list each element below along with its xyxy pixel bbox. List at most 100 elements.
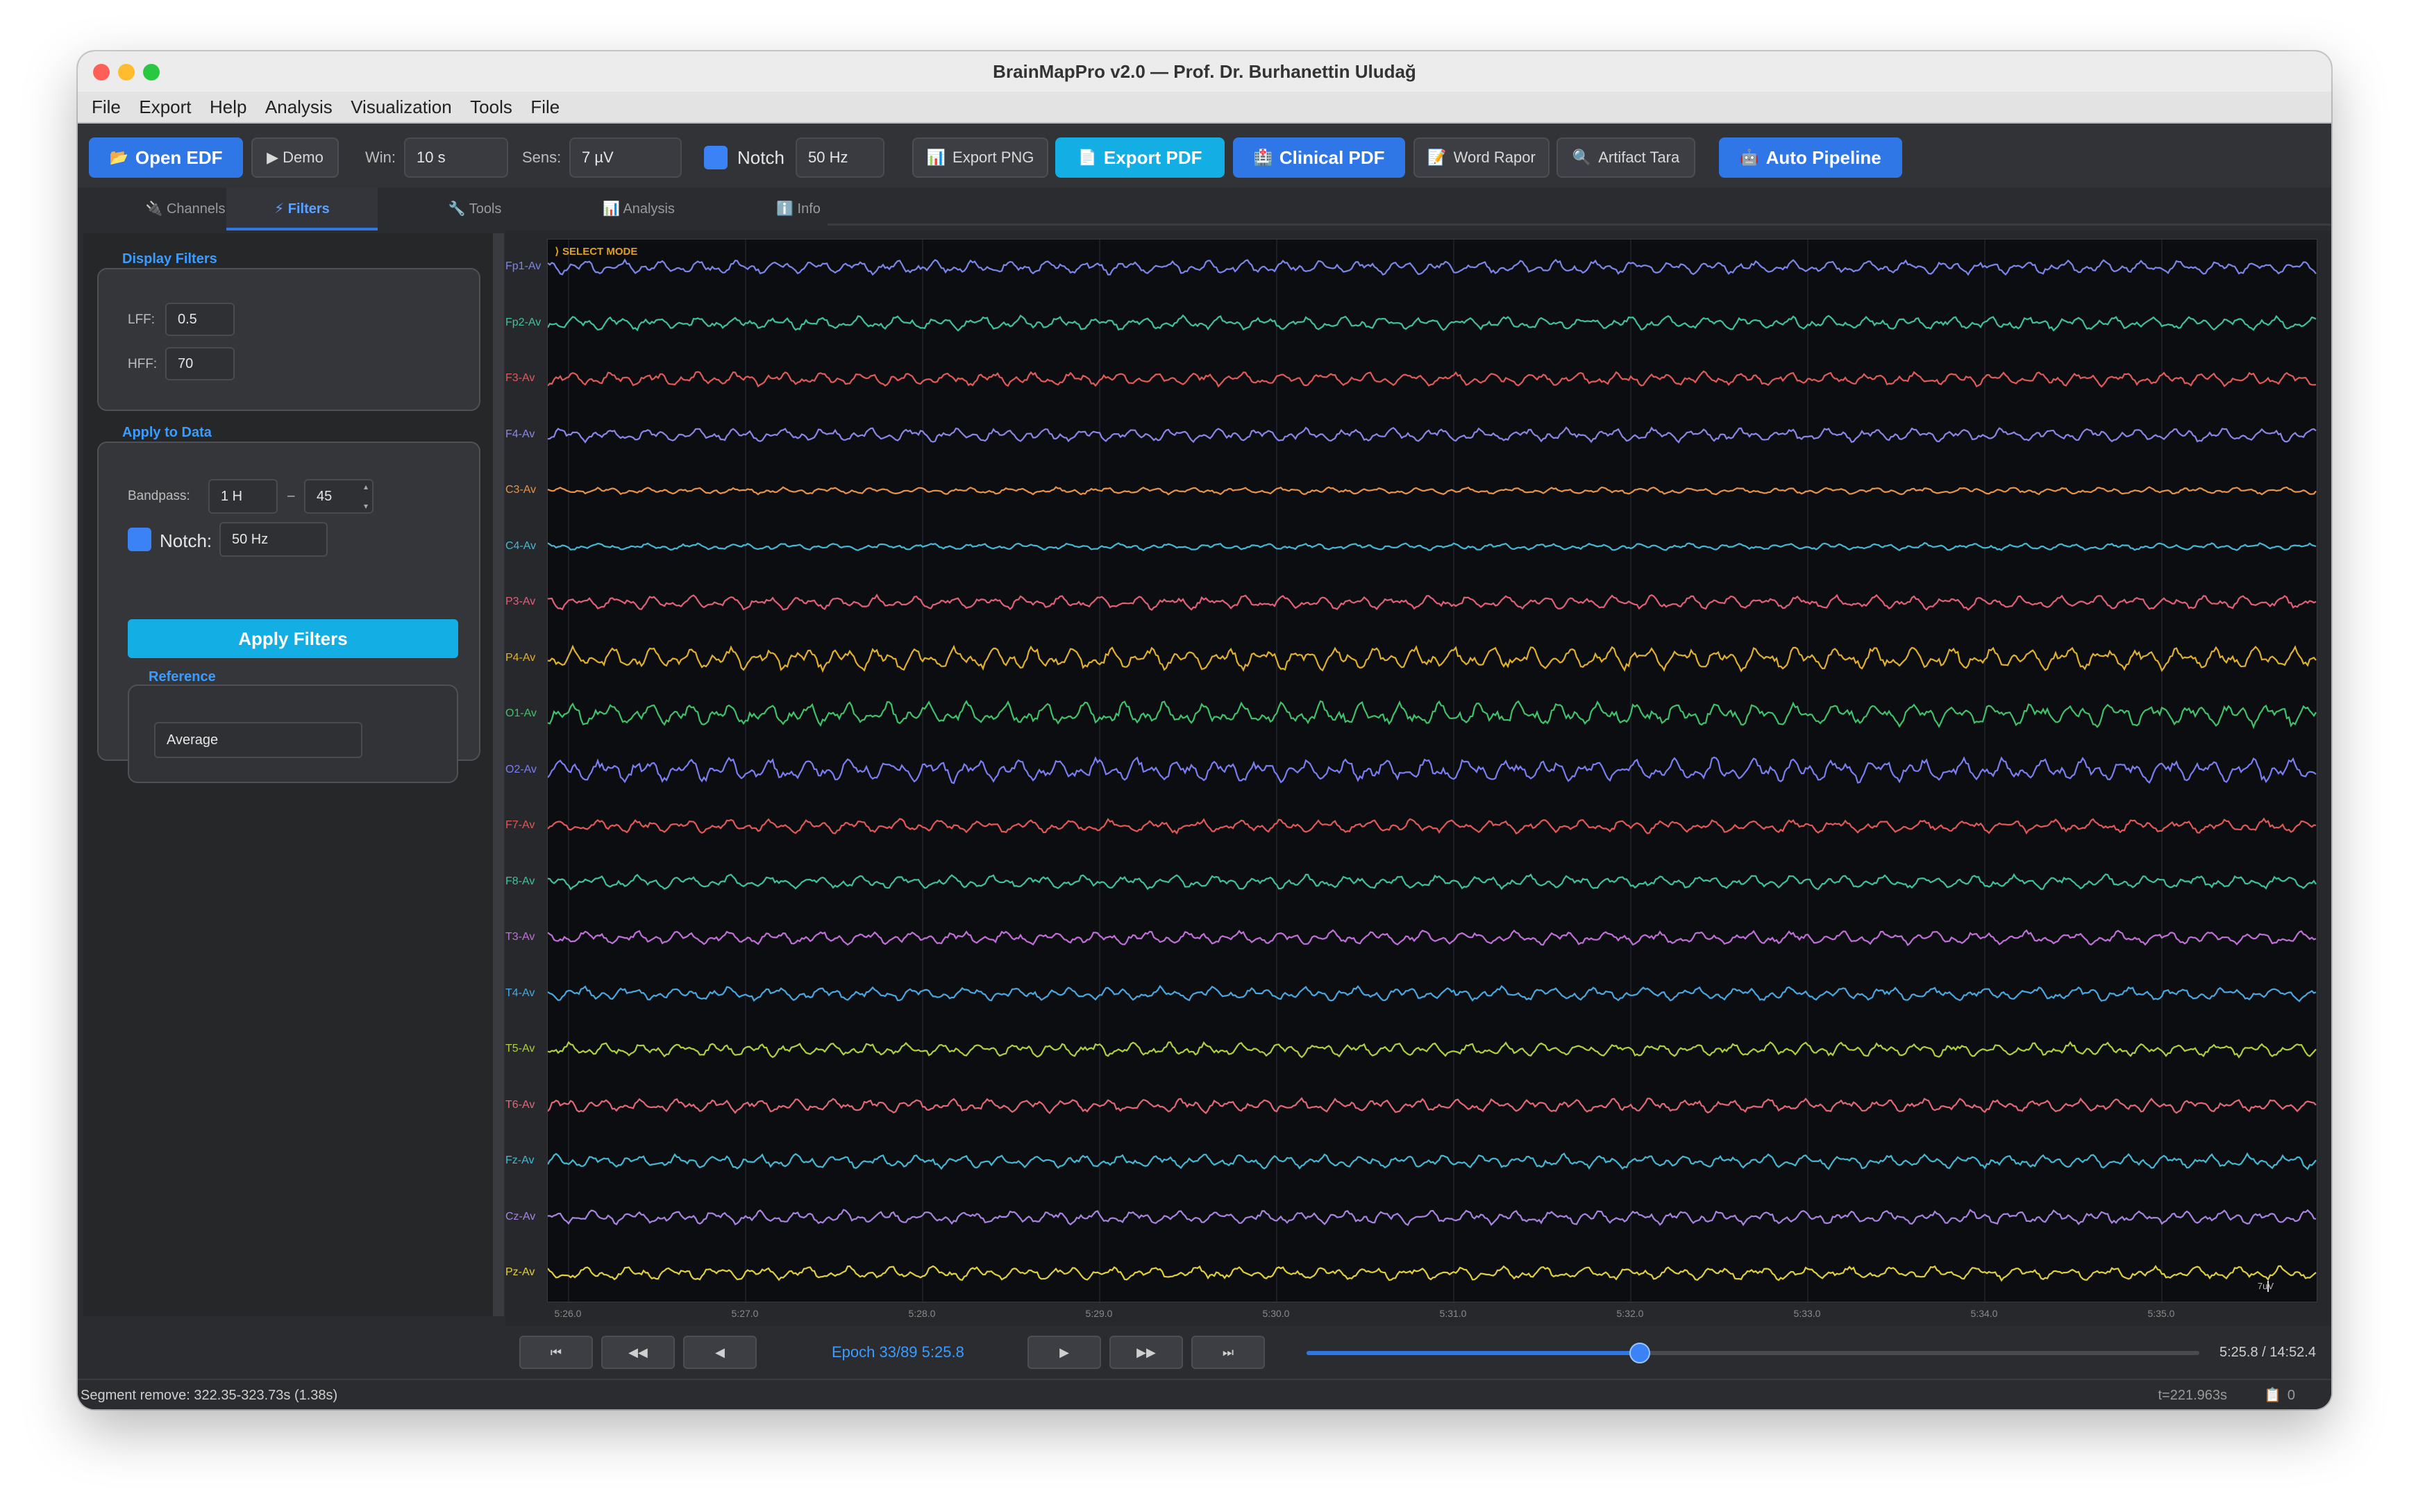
bandpass-low-input[interactable]: 1 H <box>208 479 278 514</box>
menu-export[interactable]: Export <box>139 92 191 122</box>
spin-down-icon[interactable]: ▾ <box>364 501 368 511</box>
word-rapor-button[interactable]: 📝 Word Rapor <box>1413 137 1550 178</box>
menu-help[interactable]: Help <box>210 92 246 122</box>
demo-button[interactable]: ▶ Demo <box>251 137 339 178</box>
open-edf-label: Open EDF <box>135 146 223 168</box>
artifact-tara-button[interactable]: 🔍 Artifact Tara <box>1556 137 1695 178</box>
status-count: 0 <box>2287 1388 2295 1403</box>
tab-tools[interactable]: 🔧 Tools <box>398 187 551 230</box>
eeg-trace-f3-av <box>548 370 2317 388</box>
menu-file-2[interactable]: File <box>530 92 560 122</box>
eeg-trace-fz-av <box>548 1152 2317 1170</box>
channel-label-c3-av[interactable]: C3-Av <box>505 484 550 496</box>
notch-frequency-input[interactable]: 50 Hz <box>796 137 884 178</box>
apply-notch-input[interactable]: 50 Hz <box>219 522 328 557</box>
channel-label-c4-av[interactable]: C4-Av <box>505 540 550 553</box>
status-bar: Segment remove: 322.35-323.73s (1.38s) t… <box>78 1379 2331 1409</box>
sensitivity-value: 7 µV <box>582 149 614 166</box>
notch-label: Notch <box>737 147 784 168</box>
reference-value: Average <box>167 732 219 748</box>
folder-icon: 📂 <box>109 149 128 166</box>
export-pdf-label: Export PDF <box>1103 146 1202 168</box>
time-slider[interactable] <box>1307 1343 2199 1363</box>
lff-input[interactable]: 0.5 <box>165 303 235 336</box>
status-message: Segment remove: 322.35-323.73s (1.38s) <box>81 1388 338 1403</box>
channel-label-t5-av[interactable]: T5-Av <box>505 1043 550 1055</box>
robot-icon: 🤖 <box>1740 149 1759 166</box>
time-tick-label: 5:31.0 <box>1439 1308 1467 1319</box>
channel-label-fz-av[interactable]: Fz-Av <box>505 1154 550 1167</box>
time-slider-fill <box>1307 1351 1640 1355</box>
menu-visualization[interactable]: Visualization <box>351 92 452 122</box>
title-bar: BrainMapPro v2.0 — Prof. Dr. Burhanettin… <box>78 51 2331 93</box>
channel-label-t6-av[interactable]: T6-Av <box>505 1099 550 1111</box>
time-slider-handle[interactable] <box>1629 1343 1650 1363</box>
panel-splitter[interactable] <box>493 233 504 1316</box>
spin-up-icon[interactable]: ▴ <box>364 482 368 492</box>
channel-label-f7-av[interactable]: F7-Av <box>505 819 550 832</box>
channel-label-fp1-av[interactable]: Fp1-Av <box>505 260 550 273</box>
export-png-button[interactable]: 📊 Export PNG <box>912 137 1048 178</box>
rewind-button[interactable]: ◀◀ <box>601 1336 675 1369</box>
forward-button[interactable]: ▶▶ <box>1109 1336 1183 1369</box>
eeg-trace-t5-av <box>548 1041 2317 1059</box>
bandpass-high-value: 45 <box>317 488 333 504</box>
scale-bar-label: 7uV <box>2257 1281 2274 1291</box>
eeg-trace-o2-av <box>548 756 2317 784</box>
bandpass-separator: – <box>287 489 295 503</box>
plug-icon: 🔌 <box>145 201 163 217</box>
apply-notch-checkbox[interactable] <box>128 528 151 551</box>
time-position: 5:25.8 / 14:52.4 <box>2219 1345 2316 1360</box>
eeg-trace-fp2-av <box>548 314 2317 332</box>
auto-pipeline-button[interactable]: 🤖 Auto Pipeline <box>1719 137 1902 178</box>
sensitivity-input[interactable]: 7 µV <box>569 137 682 178</box>
menu-tools[interactable]: Tools <box>470 92 512 122</box>
bandpass-high-spinbox[interactable]: 45 ▴ ▾ <box>304 479 373 514</box>
channel-label-f3-av[interactable]: F3-Av <box>505 372 550 385</box>
filters-panel: Display Filters LFF: 0.5 HFF: 70 Apply t… <box>83 233 493 1316</box>
menu-analysis[interactable]: Analysis <box>265 92 333 122</box>
eeg-plot[interactable]: ⟩ SELECT MODE 7uV <box>547 239 2317 1302</box>
channel-label-t4-av[interactable]: T4-Av <box>505 987 550 1000</box>
tab-analysis-label: Analysis <box>623 201 675 217</box>
auto-pipeline-label: Auto Pipeline <box>1765 146 1881 168</box>
apply-notch-value: 50 Hz <box>232 531 269 547</box>
prev-epoch-button[interactable]: ◀ <box>683 1336 757 1369</box>
open-edf-button[interactable]: 📂 Open EDF <box>89 137 243 178</box>
hff-input[interactable]: 70 <box>165 347 235 380</box>
menu-file[interactable]: File <box>92 92 121 122</box>
reference-select[interactable]: Average <box>154 722 362 758</box>
word-rapor-label: Word Rapor <box>1453 149 1536 166</box>
channel-label-p3-av[interactable]: P3-Av <box>505 596 550 608</box>
next-epoch-button[interactable]: ▶ <box>1027 1336 1101 1369</box>
clinical-pdf-button[interactable]: 🏥 Clinical PDF <box>1233 137 1405 178</box>
eeg-trace-f8-av <box>548 873 2317 891</box>
demo-label: ▶ Demo <box>267 149 324 166</box>
last-epoch-button[interactable]: ⏭ <box>1191 1336 1265 1369</box>
magnifier-icon: 🔍 <box>1572 149 1592 166</box>
channel-label-cz-av[interactable]: Cz-Av <box>505 1211 550 1223</box>
eeg-traces[interactable] <box>548 240 2317 1302</box>
hff-label: HFF: <box>128 357 158 371</box>
channel-label-o2-av[interactable]: O2-Av <box>505 764 550 776</box>
channel-label-t3-av[interactable]: T3-Av <box>505 931 550 943</box>
time-tick-label: 5:28.0 <box>908 1308 936 1319</box>
tab-divider <box>828 224 2331 226</box>
apply-filters-button[interactable]: Apply Filters <box>128 619 458 658</box>
tab-channels-label: Channels <box>166 201 226 217</box>
channel-label-pz-av[interactable]: Pz-Av <box>505 1266 550 1279</box>
first-epoch-button[interactable]: ⏮ <box>519 1336 593 1369</box>
tab-analysis[interactable]: 📊 Analysis <box>557 187 721 230</box>
sens-label: Sens: <box>522 149 562 166</box>
notch-checkbox[interactable] <box>704 146 728 169</box>
tab-filters-label: Filters <box>287 201 330 217</box>
tab-info-label: Info <box>797 201 821 217</box>
tab-filters[interactable]: ⚡ Filters <box>226 187 378 230</box>
channel-label-o1-av[interactable]: O1-Av <box>505 707 550 720</box>
channel-label-f8-av[interactable]: F8-Av <box>505 875 550 888</box>
channel-label-p4-av[interactable]: P4-Av <box>505 652 550 664</box>
channel-label-fp2-av[interactable]: Fp2-Av <box>505 317 550 329</box>
export-pdf-button[interactable]: 📄 Export PDF <box>1055 137 1225 178</box>
channel-label-f4-av[interactable]: F4-Av <box>505 428 550 441</box>
window-length-input[interactable]: 10 s <box>404 137 508 178</box>
